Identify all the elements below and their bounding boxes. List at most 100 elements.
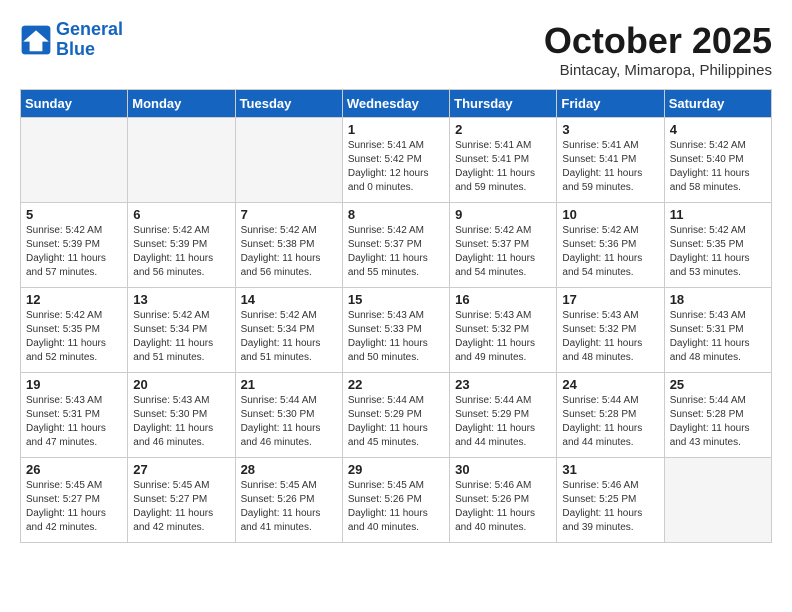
- calendar-cell: 17 Sunrise: 5:43 AMSunset: 5:32 PMDayligh…: [557, 288, 664, 373]
- day-info: Sunrise: 5:43 AMSunset: 5:32 PMDaylight:…: [455, 309, 551, 365]
- day-number: 10: [562, 207, 658, 222]
- day-number: 1: [348, 122, 444, 137]
- day-number: 17: [562, 292, 658, 307]
- day-number: 19: [26, 377, 122, 392]
- page-header: General Blue October 2025 Bintacay, Mima…: [20, 20, 772, 79]
- calendar-cell: 8Sunrise: 5:42 AMSunset: 5:37 PMDaylight…: [342, 203, 449, 288]
- day-number: 8: [348, 207, 444, 222]
- calendar-cell: 13Sunrise: 5:42 AMSunset: 5:34 PMDayligh…: [128, 288, 235, 373]
- day-info: Sunrise: 5:43 AMSunset: 5:31 PMDaylight:…: [670, 309, 766, 365]
- day-info: Sunrise: 5:41 AMSunset: 5:41 PMDaylight:…: [455, 139, 551, 195]
- month-title: October 2025: [544, 20, 772, 62]
- day-number: 3: [562, 122, 658, 137]
- day-number: 27: [133, 462, 229, 477]
- weekday-header-saturday: Saturday: [664, 90, 771, 118]
- day-number: 29: [348, 462, 444, 477]
- title-block: October 2025 Bintacay, Mimaropa, Philipp…: [544, 20, 772, 79]
- calendar-cell: 27 Sunrise: 5:45 AMSunset: 5:27 PMDayligh…: [128, 458, 235, 543]
- calendar-cell: 4 Sunrise: 5:42 AMSunset: 5:40 PMDaylight…: [664, 118, 771, 203]
- calendar-cell: 22 Sunrise: 5:44 AMSunset: 5:29 PMDayligh…: [342, 373, 449, 458]
- calendar-cell: 18 Sunrise: 5:43 AMSunset: 5:31 PMDayligh…: [664, 288, 771, 373]
- calendar-cell: 12 Sunrise: 5:42 AMSunset: 5:35 PMDayligh…: [21, 288, 128, 373]
- day-number: 30: [455, 462, 551, 477]
- day-info: Sunrise: 5:42 AMSunset: 5:40 PMDaylight:…: [670, 139, 766, 195]
- day-info: Sunrise: 5:43 AMSunset: 5:31 PMDaylight:…: [26, 394, 122, 450]
- calendar-cell: 29 Sunrise: 5:45 AMSunset: 5:26 PMDayligh…: [342, 458, 449, 543]
- calendar-cell: 16 Sunrise: 5:43 AMSunset: 5:32 PMDayligh…: [450, 288, 557, 373]
- logo-text: General Blue: [56, 20, 123, 60]
- day-number: 20: [133, 377, 229, 392]
- day-number: 7: [241, 207, 337, 222]
- day-info: Sunrise: 5:42 AMSunset: 5:39 PMDaylight:…: [26, 224, 122, 280]
- weekday-header-sunday: Sunday: [21, 90, 128, 118]
- day-info: Sunrise: 5:45 AMSunset: 5:26 PMDaylight:…: [241, 479, 337, 535]
- weekday-header-thursday: Thursday: [450, 90, 557, 118]
- day-info: Sunrise: 5:42 AMSunset: 5:36 PMDaylight:…: [562, 224, 658, 280]
- day-number: 25: [670, 377, 766, 392]
- calendar-cell: 15 Sunrise: 5:43 AMSunset: 5:33 PMDayligh…: [342, 288, 449, 373]
- logo-icon: [20, 24, 52, 56]
- calendar-cell: 23Sunrise: 5:44 AMSunset: 5:29 PMDayligh…: [450, 373, 557, 458]
- day-number: 31: [562, 462, 658, 477]
- day-number: 11: [670, 207, 766, 222]
- calendar-cell: 3 Sunrise: 5:41 AMSunset: 5:41 PMDaylight…: [557, 118, 664, 203]
- calendar-cell: 24Sunrise: 5:44 AMSunset: 5:28 PMDayligh…: [557, 373, 664, 458]
- calendar-cell: 5Sunrise: 5:42 AMSunset: 5:39 PMDaylight…: [21, 203, 128, 288]
- weekday-header-friday: Friday: [557, 90, 664, 118]
- calendar-cell: 14 Sunrise: 5:42 AMSunset: 5:34 PMDayligh…: [235, 288, 342, 373]
- calendar-cell: 1Sunrise: 5:41 AMSunset: 5:42 PMDaylight…: [342, 118, 449, 203]
- calendar-cell: 6Sunrise: 5:42 AMSunset: 5:39 PMDaylight…: [128, 203, 235, 288]
- day-info: Sunrise: 5:42 AMSunset: 5:38 PMDaylight:…: [241, 224, 337, 280]
- calendar-cell: [235, 118, 342, 203]
- calendar-cell: 31 Sunrise: 5:46 AMSunset: 5:25 PMDayligh…: [557, 458, 664, 543]
- day-number: 12: [26, 292, 122, 307]
- day-number: 15: [348, 292, 444, 307]
- calendar-cell: 9Sunrise: 5:42 AMSunset: 5:37 PMDaylight…: [450, 203, 557, 288]
- day-number: 4: [670, 122, 766, 137]
- day-number: 9: [455, 207, 551, 222]
- location-subtitle: Bintacay, Mimaropa, Philippines: [544, 62, 772, 79]
- day-info: Sunrise: 5:42 AMSunset: 5:35 PMDaylight:…: [26, 309, 122, 365]
- calendar-cell: 11 Sunrise: 5:42 AMSunset: 5:35 PMDayligh…: [664, 203, 771, 288]
- day-number: 16: [455, 292, 551, 307]
- weekday-header-wednesday: Wednesday: [342, 90, 449, 118]
- weekday-header-tuesday: Tuesday: [235, 90, 342, 118]
- calendar-cell: 28 Sunrise: 5:45 AMSunset: 5:26 PMDayligh…: [235, 458, 342, 543]
- calendar-cell: 2 Sunrise: 5:41 AMSunset: 5:41 PMDaylight…: [450, 118, 557, 203]
- day-number: 2: [455, 122, 551, 137]
- day-info: Sunrise: 5:44 AMSunset: 5:30 PMDaylight:…: [241, 394, 337, 450]
- day-info: Sunrise: 5:43 AMSunset: 5:32 PMDaylight:…: [562, 309, 658, 365]
- day-number: 18: [670, 292, 766, 307]
- day-number: 14: [241, 292, 337, 307]
- calendar-cell: 26 Sunrise: 5:45 AMSunset: 5:27 PMDayligh…: [21, 458, 128, 543]
- day-info: Sunrise: 5:44 AMSunset: 5:28 PMDaylight:…: [562, 394, 658, 450]
- day-number: 28: [241, 462, 337, 477]
- calendar-cell: 20 Sunrise: 5:43 AMSunset: 5:30 PMDayligh…: [128, 373, 235, 458]
- day-info: Sunrise: 5:46 AMSunset: 5:26 PMDaylight:…: [455, 479, 551, 535]
- day-info: Sunrise: 5:42 AMSunset: 5:34 PMDaylight:…: [241, 309, 337, 365]
- day-info: Sunrise: 5:42 AMSunset: 5:35 PMDaylight:…: [670, 224, 766, 280]
- day-info: Sunrise: 5:41 AMSunset: 5:41 PMDaylight:…: [562, 139, 658, 195]
- day-info: Sunrise: 5:44 AMSunset: 5:29 PMDaylight:…: [348, 394, 444, 450]
- calendar-cell: 7 Sunrise: 5:42 AMSunset: 5:38 PMDaylight…: [235, 203, 342, 288]
- day-info: Sunrise: 5:45 AMSunset: 5:27 PMDaylight:…: [133, 479, 229, 535]
- day-info: Sunrise: 5:43 AMSunset: 5:33 PMDaylight:…: [348, 309, 444, 365]
- calendar-cell: [128, 118, 235, 203]
- day-number: 22: [348, 377, 444, 392]
- day-info: Sunrise: 5:45 AMSunset: 5:26 PMDaylight:…: [348, 479, 444, 535]
- day-info: Sunrise: 5:42 AMSunset: 5:34 PMDaylight:…: [133, 309, 229, 365]
- day-info: Sunrise: 5:42 AMSunset: 5:39 PMDaylight:…: [133, 224, 229, 280]
- calendar-cell: [21, 118, 128, 203]
- day-info: Sunrise: 5:43 AMSunset: 5:30 PMDaylight:…: [133, 394, 229, 450]
- calendar-cell: 25Sunrise: 5:44 AMSunset: 5:28 PMDayligh…: [664, 373, 771, 458]
- weekday-header-monday: Monday: [128, 90, 235, 118]
- day-number: 21: [241, 377, 337, 392]
- day-info: Sunrise: 5:44 AMSunset: 5:29 PMDaylight:…: [455, 394, 551, 450]
- day-number: 26: [26, 462, 122, 477]
- day-info: Sunrise: 5:46 AMSunset: 5:25 PMDaylight:…: [562, 479, 658, 535]
- calendar-cell: 21 Sunrise: 5:44 AMSunset: 5:30 PMDayligh…: [235, 373, 342, 458]
- logo: General Blue: [20, 20, 123, 60]
- day-info: Sunrise: 5:45 AMSunset: 5:27 PMDaylight:…: [26, 479, 122, 535]
- calendar-table: SundayMondayTuesdayWednesdayThursdayFrid…: [20, 89, 772, 543]
- calendar-cell: [664, 458, 771, 543]
